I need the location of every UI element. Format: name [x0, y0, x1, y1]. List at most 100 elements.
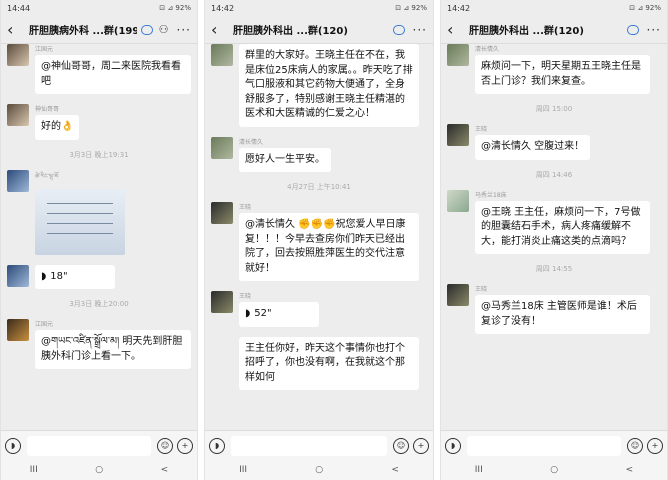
home-button[interactable]: ○	[315, 465, 323, 475]
message-bubble[interactable]: 王主任你好，昨天这个事情你也打个招呼了，你也没有啊，在我就这个那样如何	[239, 336, 419, 390]
image-message[interactable]	[35, 188, 125, 255]
message-column: ཚེ་རིང་ལྷ་མོ	[35, 170, 125, 255]
chat-header: ‹ 肝胆胰外科出 ...群(120) ···	[205, 16, 433, 44]
message-bubble[interactable]: 愿好人一生平安。	[239, 147, 331, 172]
message-bubble[interactable]: @གཡང་འཛིན་སྒྲོལ་མ། 明天先到肝胆胰外科门诊上看一下。	[35, 330, 191, 369]
voice-duration: 52"	[254, 308, 272, 319]
screenshot-collage: 14:44 ⊡ ⊿ 92% ‹ 肝胆胰病外科 ...群(199) ⚇ ··· 江…	[0, 0, 668, 480]
avatar[interactable]	[211, 291, 233, 313]
sender-name: 王晓	[239, 293, 252, 300]
message-row: 神仙哥哥 好的👌	[7, 104, 191, 140]
chat-header: ‹ 肝胆胰病外科 ...群(199) ⚇ ···	[1, 16, 197, 44]
phone-screen-3: 14:42 ⊡ ⊿ 92% ‹ 肝胆胰外科出 ...群(120) ··· 清长情…	[440, 0, 668, 480]
sender-name: 江国元	[35, 46, 54, 53]
more-icon[interactable]: ···	[413, 23, 427, 37]
emoji-icon[interactable]: ☺	[157, 437, 173, 454]
message-bubble[interactable]: 好的👌	[35, 115, 80, 140]
sender-name: 江国元	[35, 321, 54, 328]
plus-icon[interactable]: +	[647, 437, 663, 454]
message-column: 江国元 @གཡང་འཛིན་སྒྲོལ་མ། 明天先到肝胆胰外科门诊上看一下。	[35, 319, 191, 369]
input-bar: ◗ ☺ +	[441, 430, 667, 460]
avatar[interactable]	[7, 104, 29, 126]
plus-icon[interactable]: +	[177, 437, 193, 454]
avatar[interactable]	[7, 169, 29, 192]
more-icon[interactable]: ···	[647, 23, 661, 37]
system-back-button[interactable]: <	[626, 465, 634, 475]
message-bubble[interactable]: @王晓 王主任，麻烦问一下，7号做的胆囊结石手术，病人疼痛缓解不大，能打消炎止痛…	[475, 200, 650, 254]
voice-icon[interactable]: ◗	[445, 437, 461, 454]
plus-icon[interactable]: +	[413, 437, 429, 454]
system-nav-bar: III ○ <	[1, 460, 197, 480]
back-button[interactable]: ‹	[447, 21, 461, 38]
avatar[interactable]	[447, 124, 469, 146]
avatar[interactable]	[447, 44, 469, 66]
recent-apps-button[interactable]: III	[475, 465, 483, 475]
status-indicators: ⊡ ⊿ 92%	[159, 4, 191, 12]
status-indicators: ⊡ ⊿ 92%	[629, 4, 661, 12]
sender-name: 王晓	[475, 286, 488, 293]
system-nav-bar: III ○ <	[205, 460, 433, 480]
chat-bubble-icon[interactable]	[140, 24, 153, 35]
chat-area[interactable]: 江国元 @神仙哥哥，周二来医院我看看吧 神仙哥哥 好的👌 3月3日 晚上19:3…	[1, 44, 197, 428]
message-column: 王晓 @马秀兰18床 主管医师是谁！术后复诊了没有！	[475, 284, 650, 334]
back-button[interactable]: ‹	[7, 21, 21, 38]
avatar[interactable]	[211, 202, 233, 224]
chat-bubble-icon[interactable]	[626, 24, 639, 35]
avatar[interactable]	[7, 319, 29, 341]
message-column: 清长情久 麻烦问一下，明天星期五王晓主任是否上门诊？我们来复查。	[475, 44, 650, 94]
message-column: 神仙哥哥 好的👌	[35, 104, 80, 140]
phone-screen-1: 14:44 ⊡ ⊿ 92% ‹ 肝胆胰病外科 ...群(199) ⚇ ··· 江…	[0, 0, 198, 480]
back-button[interactable]: ‹	[211, 21, 225, 38]
chat-area[interactable]: 清长情久 麻烦问一下，明天星期五王晓主任是否上门诊？我们来复查。 周四 15:0…	[441, 44, 667, 428]
message-input[interactable]	[231, 435, 387, 456]
avatar[interactable]	[447, 284, 469, 306]
system-back-button[interactable]: <	[391, 465, 399, 475]
status-bar: 14:42 ⊡ ⊿ 92%	[205, 0, 433, 16]
message-bubble[interactable]: @神仙哥哥，周二来医院我看看吧	[35, 55, 191, 94]
home-button[interactable]: ○	[550, 465, 558, 475]
message-row: 王晓 @清长情久 ✊✊✊祝您爱人早日康复！！！今早去查房你们昨天已经出院了，回去…	[211, 202, 427, 281]
chat-bubble-icon[interactable]	[392, 24, 405, 35]
voice-message[interactable]: ◗ 18"	[35, 264, 115, 289]
emoji-icon[interactable]: ☺	[393, 437, 409, 454]
group-title: 肝胆胰外科出 ...群(120)	[233, 26, 348, 37]
message-bubble[interactable]: @清长情久 空腹过来！	[475, 135, 591, 160]
message-column: 王晓 @清长情久 ✊✊✊祝您爱人早日康复！！！今早去查房你们昨天已经出院了，回去…	[239, 202, 419, 281]
message-row: 清长情久 愿好人一生平安。	[211, 136, 427, 172]
system-back-button[interactable]: <	[161, 465, 169, 475]
avatar[interactable]	[7, 44, 29, 66]
voice-icon: ◗	[245, 308, 251, 319]
emoji-icon[interactable]: ☺	[627, 437, 643, 454]
recent-apps-button[interactable]: III	[239, 465, 247, 475]
message-bubble[interactable]: @马秀兰18床 主管医师是谁！术后复诊了没有！	[475, 295, 650, 334]
chat-area[interactable]: 群里的大家好。王晓主任在不在，我是床位25床病人的家属。。昨天吃了排气口服液和其…	[205, 44, 433, 428]
group-title: 肝胆胰病外科 ...群(199)	[29, 26, 137, 37]
status-time: 14:42	[447, 4, 471, 13]
message-input[interactable]	[467, 435, 621, 456]
avatar[interactable]	[211, 136, 233, 159]
recent-apps-button[interactable]: III	[30, 465, 38, 475]
message-bubble[interactable]: 麻烦问一下，明天星期五王晓主任是否上门诊？我们来复查。	[475, 55, 650, 94]
voice-icon[interactable]: ◗	[209, 437, 225, 454]
message-row: 王主任你好，昨天这个事情你也打个招呼了，你也没有啊，在我就这个那样如何	[211, 336, 427, 390]
system-nav-bar: III ○ <	[441, 460, 667, 480]
message-bubble[interactable]: @清长情久 ✊✊✊祝您爱人早日康复！！！今早去查房你们昨天已经出院了，回去按照胜…	[239, 213, 419, 281]
person-icon[interactable]: ⚇	[159, 23, 169, 36]
voice-icon[interactable]: ◗	[5, 437, 21, 454]
image-text-line	[47, 222, 113, 224]
home-button[interactable]: ○	[95, 465, 103, 475]
avatar[interactable]	[447, 189, 469, 212]
voice-message[interactable]: ◗ 52"	[239, 302, 319, 327]
image-text-line	[47, 212, 113, 214]
image-text-line	[47, 202, 113, 204]
avatar[interactable]	[211, 44, 233, 66]
message-input[interactable]	[27, 435, 151, 456]
status-time: 14:42	[211, 4, 235, 13]
avatar[interactable]	[7, 264, 29, 287]
message-column: 江国元 @神仙哥哥，周二来医院我看看吧	[35, 44, 191, 94]
message-bubble[interactable]: 群里的大家好。王晓主任在不在，我是床位25床病人的家属。。昨天吃了排气口服液和其…	[239, 44, 419, 127]
sender-name: 马秀兰18床	[475, 191, 507, 199]
message-column: 王晓 @清长情久 空腹过来！	[475, 124, 591, 160]
phone-screen-2: 14:42 ⊡ ⊿ 92% ‹ 肝胆胰外科出 ...群(120) ··· 群里的…	[204, 0, 434, 480]
more-icon[interactable]: ···	[177, 23, 191, 37]
